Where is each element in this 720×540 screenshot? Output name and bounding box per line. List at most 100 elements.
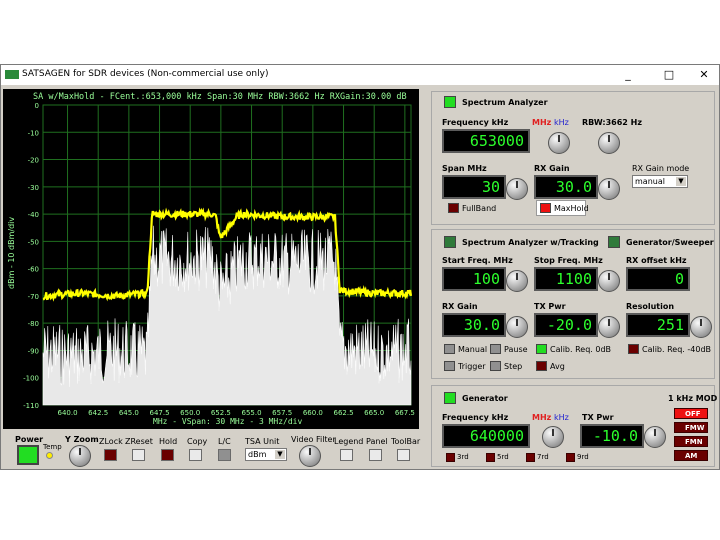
calib-40db-button[interactable] — [628, 344, 639, 354]
x-tick-label: 665.0 — [364, 409, 384, 417]
harmonic-5rd[interactable]: 5rd — [486, 452, 516, 463]
span-knob[interactable] — [506, 178, 528, 200]
hold-label: Hold — [159, 437, 178, 446]
generator-enable-button[interactable] — [444, 392, 456, 404]
tracking-section: Spectrum Analyzer w/Tracking Generator/S… — [431, 229, 715, 379]
sa-unit-khz[interactable]: kHz — [554, 118, 569, 127]
mod-title: 1 kHz MOD — [668, 394, 718, 403]
rbw-knob[interactable] — [598, 132, 620, 154]
rx-offset-label[interactable]: RX offset kHz — [626, 256, 687, 265]
copy-label: Copy — [187, 437, 208, 446]
close-button[interactable]: ✕ — [691, 66, 717, 84]
manual-label: Manual — [458, 345, 488, 354]
sa-unit-mhz[interactable]: MHz — [532, 118, 551, 127]
harmonic-9rd[interactable]: 9rd — [566, 452, 596, 463]
panel-button[interactable] — [369, 449, 382, 461]
tracking-enable-button[interactable] — [444, 236, 456, 248]
sa-frequency-display[interactable]: 653000 — [442, 129, 530, 153]
y-tick-label: -100 — [23, 375, 39, 383]
resolution-knob[interactable] — [690, 316, 712, 338]
rx-offset-display[interactable]: 0 — [626, 267, 690, 291]
stop-freq-label: Stop Freq. MHz — [534, 256, 603, 265]
yzoom-label: Y Zoom — [65, 435, 99, 444]
start-freq-display[interactable]: 100 — [442, 267, 506, 291]
sa-frequency-knob[interactable] — [548, 132, 570, 154]
generator-sweeper-button[interactable] — [608, 236, 620, 248]
x-tick-label: 655.0 — [242, 409, 262, 417]
spectrum-chart[interactable]: SA w/MaxHold - FCent.:653,000 kHz Span:3… — [3, 89, 419, 429]
stop-freq-knob[interactable] — [598, 270, 620, 292]
y-tick-label: -110 — [23, 402, 39, 410]
x-tick-label: 657.5 — [272, 409, 292, 417]
resolution-display[interactable]: 251 — [626, 313, 690, 337]
gen-txpwr-display[interactable]: -10.0 — [580, 424, 644, 448]
yzoom-knob[interactable] — [69, 445, 91, 467]
y-tick-label: -50 — [28, 238, 39, 246]
power-button[interactable] — [17, 445, 39, 465]
x-tick-label: 647.5 — [150, 409, 170, 417]
tracking-rxgain-knob[interactable] — [506, 316, 528, 338]
step-label: Step — [504, 362, 523, 371]
gen-unit-khz[interactable]: kHz — [554, 413, 569, 422]
tracking-rxgain-label: RX Gain — [442, 302, 478, 311]
harmonic-7rd[interactable]: 7rd — [526, 452, 556, 463]
legend-label: Legend — [334, 437, 364, 446]
copy-button[interactable] — [189, 449, 202, 461]
tracking-header: Spectrum Analyzer w/Tracking — [462, 238, 599, 247]
avg-label: Avg — [550, 362, 565, 371]
calib-40db-label: Calib. Req. -40dB — [642, 345, 712, 354]
span-display[interactable]: 30 — [442, 175, 506, 199]
harmonic-3rd[interactable]: 3rd — [446, 452, 476, 463]
toolbar-button[interactable] — [397, 449, 410, 461]
mod-fmw-button[interactable]: FMW — [674, 422, 708, 433]
sa-rxgain-knob[interactable] — [598, 178, 620, 200]
stop-freq-display[interactable]: 1100 — [534, 267, 598, 291]
manual-button[interactable] — [444, 344, 455, 354]
gen-txpwr-label: TX Pwr — [582, 413, 614, 422]
sa-rxgain-display[interactable]: 30.0 — [534, 175, 598, 199]
chevron-down-icon: ▼ — [676, 177, 686, 186]
tracking-rxgain-display[interactable]: 30.0 — [442, 313, 506, 337]
pause-button[interactable] — [490, 344, 501, 354]
rbw-label[interactable]: RBW:3662 Hz — [582, 118, 642, 127]
temp-indicator-icon — [46, 452, 53, 459]
zreset-button[interactable] — [132, 449, 145, 461]
tsa-unit-select[interactable]: dBm ▼ — [245, 448, 287, 461]
tracking-txpwr-display[interactable]: -20.0 — [534, 313, 598, 337]
hold-button[interactable] — [161, 449, 174, 461]
zlock-button[interactable] — [104, 449, 117, 461]
maximize-button[interactable]: □ — [656, 66, 682, 84]
rxgain-mode-value: manual — [635, 177, 665, 186]
minimize-button[interactable]: _ — [615, 66, 641, 84]
mod-off-button[interactable]: OFF — [674, 408, 708, 419]
calib-0db-button[interactable] — [536, 344, 547, 354]
mod-fmn-button[interactable]: FMN — [674, 436, 708, 447]
trigger-button[interactable] — [444, 361, 455, 371]
legend-button[interactable] — [340, 449, 353, 461]
avg-button[interactable] — [536, 361, 547, 371]
tracking-txpwr-knob[interactable] — [598, 316, 620, 338]
spectrum-plot[interactable]: SA w/MaxHold - FCent.:653,000 kHz Span:3… — [3, 89, 419, 429]
title-bar[interactable]: SATSAGEN for SDR devices (Non-commercial… — [1, 65, 719, 85]
temp-label: Temp — [43, 443, 62, 451]
sa-header: Spectrum Analyzer — [462, 98, 548, 107]
video-filter-knob[interactable] — [299, 445, 321, 467]
pause-label: Pause — [504, 345, 528, 354]
y-tick-label: -10 — [28, 129, 39, 137]
resolution-label: Resolution — [626, 302, 675, 311]
lc-button[interactable] — [218, 449, 231, 461]
gen-frequency-display[interactable]: 640000 — [442, 424, 530, 448]
maxhold-button[interactable] — [540, 203, 551, 213]
start-freq-knob[interactable] — [506, 270, 528, 292]
x-tick-label: 642.5 — [88, 409, 108, 417]
harmonic-9rd-label: 9rd — [577, 453, 589, 461]
gen-txpwr-knob[interactable] — [644, 426, 666, 448]
fullband-button[interactable] — [448, 203, 459, 213]
rxgain-mode-select[interactable]: manual ▼ — [632, 175, 688, 188]
gen-unit-mhz[interactable]: MHz — [532, 413, 551, 422]
mod-am-button[interactable]: AM — [674, 450, 708, 461]
x-tick-label: 662.5 — [334, 409, 354, 417]
step-button[interactable] — [490, 361, 501, 371]
gen-frequency-knob[interactable] — [542, 426, 564, 448]
sa-enable-button[interactable] — [444, 96, 456, 108]
